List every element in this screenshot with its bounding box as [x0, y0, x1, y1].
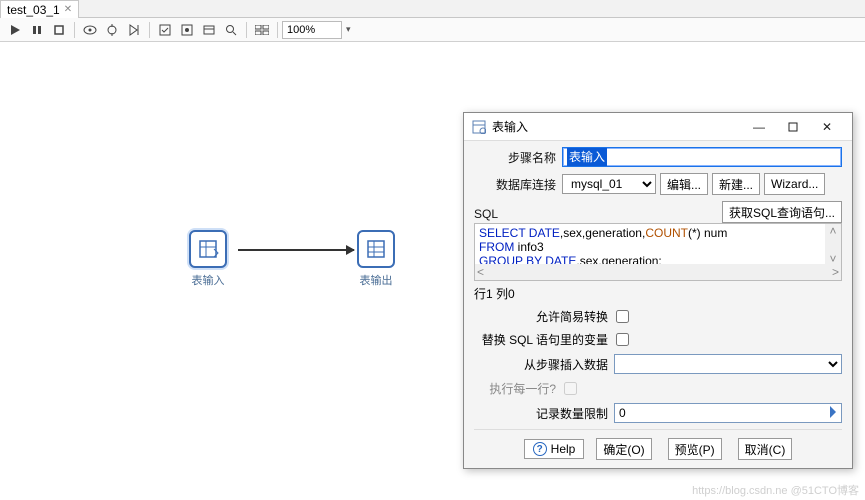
- label-step-name: 步骤名称: [474, 149, 562, 166]
- step-name-input[interactable]: 表输入: [562, 147, 842, 167]
- label-insert-from-step: 从步骤插入数据: [474, 356, 614, 373]
- each-row-checkbox: [564, 382, 577, 395]
- separator: [74, 22, 75, 38]
- label-db-conn: 数据库连接: [474, 176, 562, 193]
- table-input-icon: [189, 230, 227, 268]
- wizard-button[interactable]: Wizard...: [764, 173, 825, 195]
- scrollbar-vertical[interactable]: ˄˅: [825, 224, 841, 266]
- watermark: https://blog.csdn.ne @51CTO博客: [692, 482, 859, 498]
- label-replace-vars: 替换 SQL 语句里的变量: [474, 331, 614, 348]
- pause-icon[interactable]: [26, 20, 48, 40]
- edit-conn-button[interactable]: 编辑...: [660, 173, 708, 195]
- separator: [149, 22, 150, 38]
- help-icon: ?: [533, 442, 547, 456]
- ok-button[interactable]: 确定(O): [596, 438, 651, 460]
- hop-arrow[interactable]: [238, 249, 354, 251]
- separator: [246, 22, 247, 38]
- toolbar: ▾: [0, 18, 865, 42]
- table-input-dialog: 表输入 — ✕ 步骤名称 表输入 数据库连接 mysql_01 编辑... 新建…: [463, 112, 853, 469]
- db-connection-select[interactable]: mysql_01: [562, 174, 656, 194]
- replace-vars-checkbox[interactable]: [616, 333, 629, 346]
- new-conn-button[interactable]: 新建...: [712, 173, 760, 195]
- help-button[interactable]: ? Help: [524, 439, 585, 459]
- node-label: 表输出: [346, 272, 406, 288]
- sql-textarea[interactable]: SELECT DATE,sex,generation,COUNT(*) num …: [474, 223, 842, 281]
- cancel-button[interactable]: 取消(C): [738, 438, 793, 460]
- dialog-icon: [472, 120, 486, 134]
- close-icon[interactable]: ✕: [810, 117, 844, 137]
- button-bar: ? Help 确定(O) 预览(P) 取消(C): [474, 429, 842, 460]
- node-label: 表输入: [178, 272, 238, 288]
- limit-input[interactable]: [614, 403, 842, 423]
- run-icon[interactable]: [4, 20, 26, 40]
- variable-icon[interactable]: [830, 406, 842, 418]
- title-bar[interactable]: 表输入 — ✕: [464, 113, 852, 141]
- impact-icon[interactable]: [176, 20, 198, 40]
- label-each-row: 执行每一行?: [474, 380, 562, 397]
- scrollbar-horizontal[interactable]: ˂˃: [475, 264, 841, 280]
- verify-icon[interactable]: [154, 20, 176, 40]
- allow-lazy-checkbox[interactable]: [616, 310, 629, 323]
- label-allow-lazy: 允许简易转换: [474, 308, 614, 325]
- stop-icon[interactable]: [48, 20, 70, 40]
- node-table-output[interactable]: 表输出: [346, 230, 406, 288]
- label-limit: 记录数量限制: [474, 405, 614, 422]
- zoom-input[interactable]: [282, 21, 342, 39]
- preview-icon[interactable]: [79, 20, 101, 40]
- dialog-title: 表输入: [492, 118, 742, 135]
- label-sql: SQL: [474, 207, 722, 221]
- layout-icon[interactable]: [251, 20, 273, 40]
- insert-from-step-select[interactable]: [614, 354, 842, 374]
- debug-icon[interactable]: [101, 20, 123, 40]
- tab-bar: test_03_1 ✕: [0, 0, 865, 18]
- explore-icon[interactable]: [220, 20, 242, 40]
- preview-button[interactable]: 预览(P): [668, 438, 722, 460]
- replay-icon[interactable]: [123, 20, 145, 40]
- sql-icon[interactable]: [198, 20, 220, 40]
- maximize-icon[interactable]: [776, 117, 810, 137]
- tab-test-03-1[interactable]: test_03_1 ✕: [0, 0, 79, 18]
- table-output-icon: [357, 230, 395, 268]
- chevron-down-icon[interactable]: ▾: [342, 24, 351, 35]
- cursor-position: 行1 列0: [474, 285, 842, 302]
- tab-label: test_03_1: [7, 3, 60, 17]
- separator: [277, 22, 278, 38]
- get-sql-button[interactable]: 获取SQL查询语句...: [722, 201, 842, 223]
- node-table-input[interactable]: 表输入: [178, 230, 238, 288]
- close-icon[interactable]: ✕: [64, 4, 72, 15]
- minimize-icon[interactable]: —: [742, 117, 776, 137]
